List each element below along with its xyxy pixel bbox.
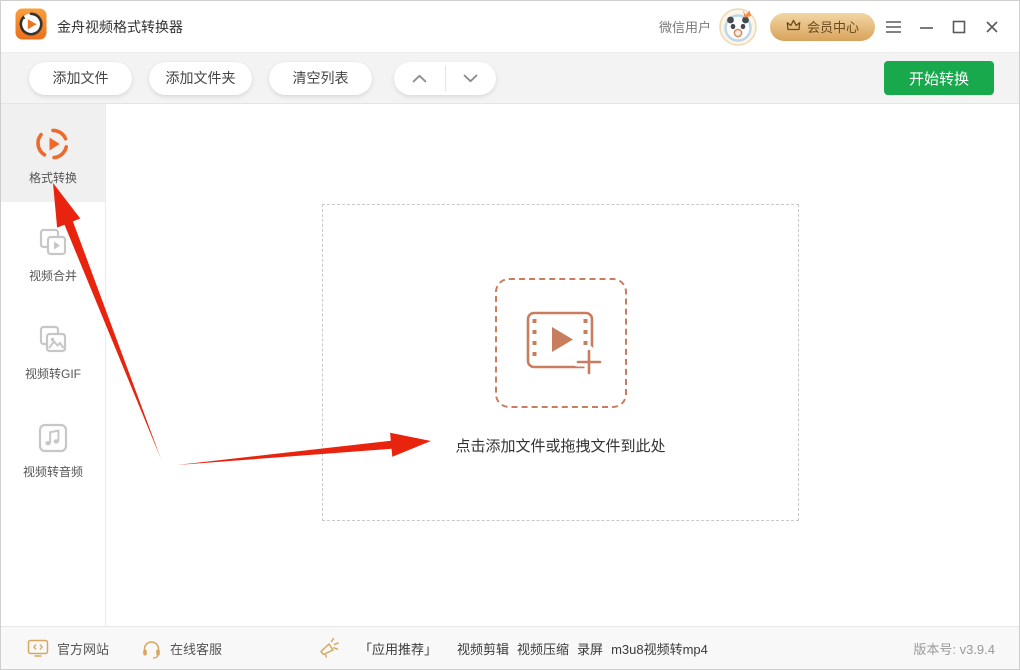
online-service-link[interactable]: 在线客服 [170, 639, 222, 658]
sidebar-item-label: 视频转音频 [23, 463, 83, 480]
app-recommend-label: 「应用推荐」 [359, 639, 437, 658]
dropzone-hint: 点击添加文件或拖拽文件到此处 [323, 435, 798, 456]
app-window: 金舟视频格式转换器 微信用户 [0, 0, 1020, 670]
move-down-button[interactable] [446, 62, 497, 95]
version-label: 版本号: v3.9.4 [913, 639, 995, 658]
sidebar-item-format-convert[interactable]: 格式转换 [1, 104, 105, 202]
sidebar-item-video-merge[interactable]: 视频合并 [1, 202, 105, 300]
menu-icon[interactable] [878, 12, 908, 42]
sidebar: 格式转换 视频合并 视频转GIF [1, 104, 106, 626]
maximize-button[interactable] [944, 12, 974, 42]
link-screen-record[interactable]: 录屏 [577, 639, 603, 658]
app-logo-icon [15, 8, 47, 45]
status-bar: 官方网站 在线客服 「应用推荐」 [1, 626, 1019, 669]
sidebar-item-label: 视频合并 [29, 267, 77, 284]
sidebar-item-label: 视频转GIF [25, 365, 81, 382]
title-bar: 金舟视频格式转换器 微信用户 [1, 1, 1019, 53]
sidebar-item-label: 格式转换 [29, 169, 77, 186]
video-merge-icon [35, 224, 71, 260]
sidebar-item-video-to-gif[interactable]: 视频转GIF [1, 300, 105, 398]
add-file-button[interactable]: 添加文件 [29, 62, 132, 95]
crown-icon [786, 19, 801, 35]
file-list-area: 点击添加文件或拖拽文件到此处 [106, 104, 1019, 626]
move-up-button[interactable] [394, 62, 445, 95]
link-video-edit[interactable]: 视频剪辑 [457, 639, 509, 658]
megaphone-icon [317, 636, 341, 660]
link-m3u8-to-mp4[interactable]: m3u8视频转mp4 [611, 639, 708, 658]
start-convert-button[interactable]: 开始转换 [884, 61, 994, 95]
vip-center-button[interactable]: 会员中心 [770, 13, 875, 41]
add-video-icon [495, 278, 627, 408]
app-title: 金舟视频格式转换器 [57, 17, 183, 37]
user-avatar[interactable] [719, 8, 757, 46]
close-button[interactable] [977, 12, 1007, 42]
toolbar: 添加文件 添加文件夹 清空列表 开始转换 [1, 53, 1019, 104]
clear-list-button[interactable]: 清空列表 [269, 62, 372, 95]
website-icon [27, 638, 49, 658]
minimize-button[interactable] [911, 12, 941, 42]
user-label: 微信用户 [659, 17, 711, 36]
format-convert-icon [35, 126, 71, 162]
link-video-compress[interactable]: 视频压缩 [517, 639, 569, 658]
vip-center-label: 会员中心 [807, 17, 859, 36]
reorder-control [394, 62, 496, 95]
dropzone[interactable]: 点击添加文件或拖拽文件到此处 [322, 204, 799, 521]
video-to-gif-icon [35, 322, 71, 358]
video-to-audio-icon [35, 420, 71, 456]
customer-service-icon [141, 638, 162, 659]
add-folder-button[interactable]: 添加文件夹 [149, 62, 252, 95]
official-site-link[interactable]: 官方网站 [57, 639, 109, 658]
sidebar-item-video-to-audio[interactable]: 视频转音频 [1, 398, 105, 496]
